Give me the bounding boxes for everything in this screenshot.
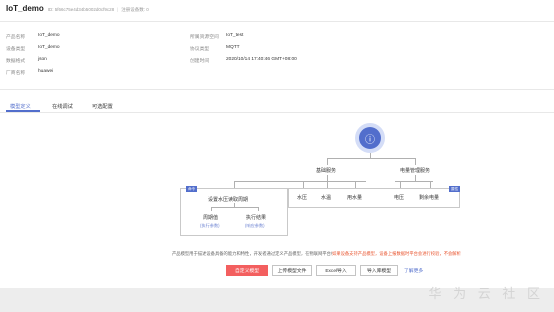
service-connector <box>327 158 415 159</box>
product-meta: ID: 5f66c75e4d34b5002d0cf9c28 | 注册设备数: 0 <box>47 7 149 12</box>
model-root-node[interactable]: ⓘ <box>355 123 385 153</box>
model-description: 产品模型用于描述设备具备的能力和特性，开发者通过定义产品模型，在物联网平台构建一… <box>172 251 461 257</box>
tab-model-definition[interactable]: 模型定义 <box>10 103 31 110</box>
command-set-pressure-period[interactable]: 设置水压读取周期 <box>208 196 248 203</box>
tab-optional-config[interactable]: 可选配置 <box>92 103 113 110</box>
info-icon: ⓘ <box>359 127 381 149</box>
command-param-left <box>211 207 212 211</box>
service-connector-right <box>415 158 416 165</box>
service-basic[interactable]: 基础服务 <box>316 167 336 174</box>
product-detail-panel: IoT_demo ID: 5f66c75e4d34b5002d0cf9c28 | 注… <box>0 0 554 288</box>
command-param-branch <box>211 207 258 208</box>
tab-online-debug[interactable]: 在线调试 <box>52 103 73 110</box>
title-row: IoT_demo ID: 5f66c75e4d34b5002d0cf9c28 | 注… <box>6 4 149 13</box>
service-connector-left <box>327 158 328 165</box>
command-stem <box>234 181 235 188</box>
param-exec-result[interactable]: 执行结果 <box>246 214 266 221</box>
prop-stem-5 <box>430 181 431 188</box>
prop-stem-3 <box>355 181 356 188</box>
property-water-pressure[interactable]: 水压 <box>297 194 307 201</box>
product-title: IoT_demo <box>6 4 44 13</box>
watermark: 华 为 云 社 区 <box>428 286 544 301</box>
info-divider <box>0 89 554 90</box>
prop-stem-4 <box>400 181 401 188</box>
basic-branch <box>234 181 366 182</box>
param-exec-result-type: (响应参数) <box>245 223 265 228</box>
command-badge: 命令 <box>186 186 198 192</box>
device-count: 注册设备数: 0 <box>121 7 149 12</box>
description-text: 产品模型用于描述设备具备的能力和特性，开发者通过定义产品模型，在物联网平台构建一… <box>172 251 332 256</box>
prop-stem-1 <box>303 181 304 188</box>
prop-stem-2 <box>327 181 328 188</box>
title-divider <box>0 21 554 22</box>
property-badge: 属性 <box>449 186 461 192</box>
product-id: ID: 5f66c75e4d34b5002d0cf9c28 <box>47 7 115 12</box>
command-param-right <box>258 207 259 211</box>
description-warning: 如果设备支持产品模型，设备上报数据时平台会进行校验，不会解析 <box>332 251 461 256</box>
upload-model-button[interactable]: 上传模型文件 <box>272 265 312 276</box>
property-remaining-power[interactable]: 剩余电量 <box>419 194 439 201</box>
custom-model-button[interactable]: 自定义模型 <box>226 265 268 276</box>
property-voltage[interactable]: 电压 <box>394 194 404 201</box>
service-power[interactable]: 电量管理服务 <box>400 167 430 174</box>
tabs-divider <box>0 112 554 113</box>
learn-more-link[interactable]: 了解更多 <box>404 267 423 274</box>
param-period-type: (执行参数) <box>200 223 220 228</box>
param-period-value[interactable]: 周期值 <box>203 214 218 221</box>
property-water-usage[interactable]: 用水量 <box>347 194 362 201</box>
import-library-button[interactable]: 导入库模型 <box>360 265 398 276</box>
excel-import-button[interactable]: Excel导入 <box>316 265 356 276</box>
property-water-temp[interactable]: 水温 <box>321 194 331 201</box>
